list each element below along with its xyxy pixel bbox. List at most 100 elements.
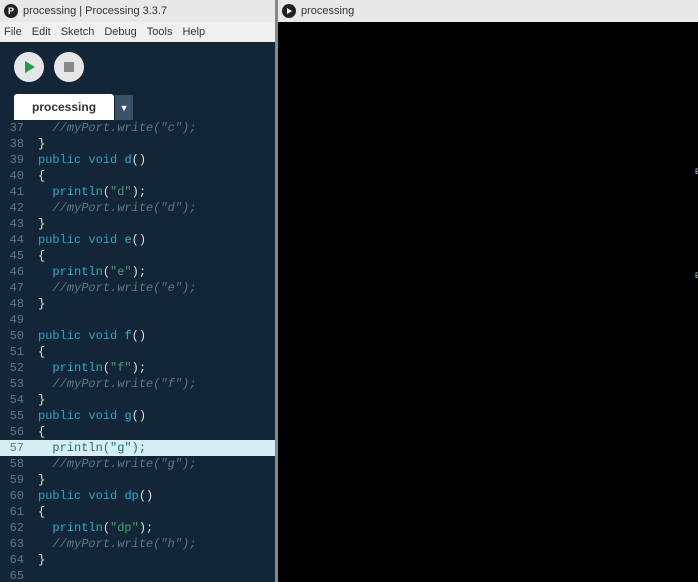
code-line[interactable]: 55public void g() xyxy=(0,408,275,424)
code-content[interactable]: //myPort.write("g"); xyxy=(32,456,275,472)
code-line[interactable]: 65 xyxy=(0,568,275,582)
line-number: 59 xyxy=(0,472,32,488)
stop-button[interactable] xyxy=(54,52,84,82)
code-line[interactable]: 50public void f() xyxy=(0,328,275,344)
code-line[interactable]: 44public void e() xyxy=(0,232,275,248)
code-line[interactable]: 60public void dp() xyxy=(0,488,275,504)
code-content[interactable]: public void d() xyxy=(32,152,275,168)
code-line[interactable]: 52 println("f"); xyxy=(0,360,275,376)
play-icon xyxy=(25,61,35,73)
code-content[interactable]: println("e"); xyxy=(32,264,275,280)
code-line[interactable]: 49 xyxy=(0,312,275,328)
output-title: processing xyxy=(301,5,354,17)
code-line[interactable]: 48} xyxy=(0,296,275,312)
code-content[interactable]: //myPort.write("f"); xyxy=(32,376,275,392)
line-number: 63 xyxy=(0,536,32,552)
output-panel: processing A B D E G xyxy=(275,0,698,582)
stop-icon xyxy=(64,62,74,72)
code-content[interactable]: } xyxy=(32,472,275,488)
code-content[interactable]: { xyxy=(32,168,275,184)
menu-bar: File Edit Sketch Debug Tools Help xyxy=(0,22,275,42)
tab-dropdown[interactable]: ▼ xyxy=(115,95,133,120)
line-number: 39 xyxy=(0,152,32,168)
code-line[interactable]: 62 println("dp"); xyxy=(0,520,275,536)
code-line[interactable]: 38} xyxy=(0,136,275,152)
line-number: 44 xyxy=(0,232,32,248)
code-line[interactable]: 46 println("e"); xyxy=(0,264,275,280)
code-line[interactable]: 40{ xyxy=(0,168,275,184)
output-title-bar: processing xyxy=(278,0,698,22)
line-number: 45 xyxy=(0,248,32,264)
code-content[interactable] xyxy=(32,568,275,582)
line-number: 40 xyxy=(0,168,32,184)
code-content[interactable]: } xyxy=(32,296,275,312)
line-number: 50 xyxy=(0,328,32,344)
menu-help[interactable]: Help xyxy=(182,26,205,38)
code-content[interactable] xyxy=(32,312,275,328)
sketch-icon xyxy=(282,4,296,18)
code-content[interactable]: //myPort.write("c"); xyxy=(32,120,275,136)
menu-sketch[interactable]: Sketch xyxy=(61,26,95,38)
window-title-bar: P processing | Processing 3.3.7 xyxy=(0,0,275,22)
code-content[interactable]: } xyxy=(32,552,275,568)
line-number: 54 xyxy=(0,392,32,408)
line-number: 58 xyxy=(0,456,32,472)
code-line[interactable]: 43} xyxy=(0,216,275,232)
code-content[interactable]: public void e() xyxy=(32,232,275,248)
code-line[interactable]: 51{ xyxy=(0,344,275,360)
sketch-tab[interactable]: processing xyxy=(14,94,114,120)
code-content[interactable]: public void dp() xyxy=(32,488,275,504)
code-content[interactable]: { xyxy=(32,248,275,264)
line-number: 61 xyxy=(0,504,32,520)
code-content[interactable]: { xyxy=(32,424,275,440)
code-content[interactable]: } xyxy=(32,392,275,408)
line-number: 38 xyxy=(0,136,32,152)
line-number: 53 xyxy=(0,376,32,392)
code-content[interactable]: public void f() xyxy=(32,328,275,344)
code-line[interactable]: 58 //myPort.write("g"); xyxy=(0,456,275,472)
code-line[interactable]: 53 //myPort.write("f"); xyxy=(0,376,275,392)
code-content[interactable]: println("g"); xyxy=(32,440,275,456)
menu-edit[interactable]: Edit xyxy=(32,26,51,38)
code-content[interactable]: println("dp"); xyxy=(32,520,275,536)
menu-tools[interactable]: Tools xyxy=(147,26,173,38)
line-number: 52 xyxy=(0,360,32,376)
code-line[interactable]: 59} xyxy=(0,472,275,488)
line-number: 62 xyxy=(0,520,32,536)
code-line[interactable]: 61{ xyxy=(0,504,275,520)
toolbar xyxy=(0,42,275,92)
menu-debug[interactable]: Debug xyxy=(104,26,136,38)
code-line[interactable]: 37 //myPort.write("c"); xyxy=(0,120,275,136)
code-content[interactable]: println("f"); xyxy=(32,360,275,376)
code-line[interactable]: 64} xyxy=(0,552,275,568)
tab-bar: processing ▼ xyxy=(0,92,275,120)
code-editor[interactable]: 37 //myPort.write("c");38}39public void … xyxy=(0,120,275,582)
app-icon: P xyxy=(4,4,18,18)
line-number: 51 xyxy=(0,344,32,360)
code-content[interactable]: //myPort.write("h"); xyxy=(32,536,275,552)
code-line[interactable]: 56{ xyxy=(0,424,275,440)
code-line[interactable]: 39public void d() xyxy=(0,152,275,168)
code-line[interactable]: 41 println("d"); xyxy=(0,184,275,200)
code-content[interactable]: { xyxy=(32,504,275,520)
sketch-canvas[interactable]: A B D E G xyxy=(278,22,698,582)
code-line[interactable]: 42 //myPort.write("d"); xyxy=(0,200,275,216)
code-content[interactable]: public void g() xyxy=(32,408,275,424)
code-line[interactable]: 45{ xyxy=(0,248,275,264)
line-number: 57 xyxy=(0,440,32,456)
line-number: 46 xyxy=(0,264,32,280)
code-content[interactable]: { xyxy=(32,344,275,360)
code-content[interactable]: //myPort.write("d"); xyxy=(32,200,275,216)
code-line[interactable]: 57 println("g"); xyxy=(0,440,275,456)
code-line[interactable]: 63 //myPort.write("h"); xyxy=(0,536,275,552)
code-line[interactable]: 54} xyxy=(0,392,275,408)
code-content[interactable]: } xyxy=(32,216,275,232)
menu-file[interactable]: File xyxy=(4,26,22,38)
code-content[interactable]: println("d"); xyxy=(32,184,275,200)
code-line[interactable]: 47 //myPort.write("e"); xyxy=(0,280,275,296)
line-number: 65 xyxy=(0,568,32,582)
line-number: 49 xyxy=(0,312,32,328)
run-button[interactable] xyxy=(14,52,44,82)
code-content[interactable]: } xyxy=(32,136,275,152)
code-content[interactable]: //myPort.write("e"); xyxy=(32,280,275,296)
